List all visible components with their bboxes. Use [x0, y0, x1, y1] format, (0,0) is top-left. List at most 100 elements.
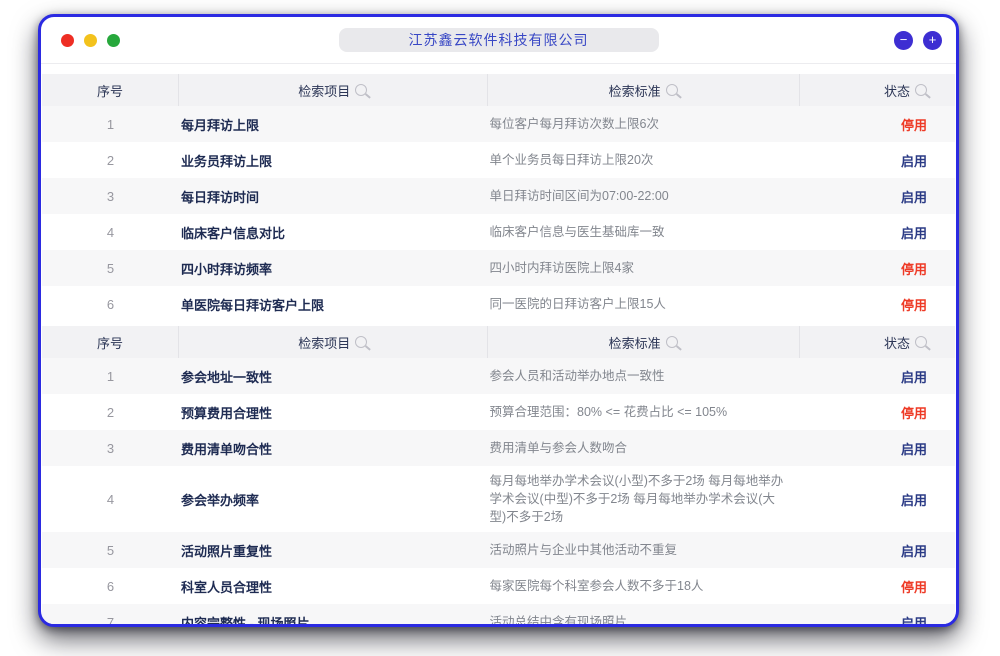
status-badge[interactable]: 停用 — [800, 403, 955, 422]
table-row[interactable]: 2 预算费用合理性 预算合理范围：80% <= 花费占比 <= 105% 停用 — [42, 394, 955, 430]
window-controls: − + — [894, 31, 942, 50]
row-number: 3 — [42, 189, 179, 204]
status-badge[interactable]: 停用 — [800, 259, 955, 278]
header-status-label: 状态 — [884, 81, 910, 100]
rule-standard: 每家医院每个科室参会人数不多于18人 — [488, 571, 800, 601]
rule-standard: 临床客户信息与医生基础库一致 — [488, 217, 800, 247]
rule-name: 临床客户信息对比 — [179, 217, 488, 248]
rule-name: 每日拜访时间 — [179, 181, 488, 212]
table-header: 序号 检索项目 检索标准 状态 — [42, 74, 955, 106]
rule-standard: 预算合理范围：80% <= 花费占比 <= 105% — [488, 397, 800, 427]
header-no-label: 序号 — [97, 81, 123, 100]
status-badge[interactable]: 启用 — [800, 367, 955, 386]
rule-standard: 活动照片与企业中其他活动不重复 — [488, 535, 800, 565]
header-status[interactable]: 状态 — [800, 74, 955, 106]
table-row[interactable]: 7 内容完整性 - 现场照片 活动总结中含有现场照片 启用 — [42, 604, 955, 627]
status-badge[interactable]: 停用 — [800, 115, 955, 134]
table-row[interactable]: 5 活动照片重复性 活动照片与企业中其他活动不重复 启用 — [42, 532, 955, 568]
header-standard[interactable]: 检索标准 — [488, 326, 800, 358]
row-number: 7 — [42, 615, 179, 627]
row-number: 5 — [42, 543, 179, 558]
search-icon[interactable] — [915, 336, 927, 348]
row-number: 5 — [42, 261, 179, 276]
row-number: 1 — [42, 117, 179, 132]
rule-name: 业务员拜访上限 — [179, 145, 488, 176]
header-standard[interactable]: 检索标准 — [488, 74, 800, 106]
zoom-in-button[interactable]: + — [923, 31, 942, 50]
table-row[interactable]: 6 单医院每日拜访客户上限 同一医院的日拜访客户上限15人 停用 — [42, 286, 955, 322]
rule-standard: 参会人员和活动举办地点一致性 — [488, 361, 800, 391]
header-item[interactable]: 检索项目 — [179, 74, 488, 106]
status-badge[interactable]: 停用 — [800, 295, 955, 314]
titlebar: 江苏鑫云软件科技有限公司 − + — [41, 17, 956, 64]
rule-standard: 四小时内拜访医院上限4家 — [488, 253, 800, 283]
rule-name: 内容完整性 - 现场照片 — [179, 607, 488, 627]
rule-standard: 活动总结中含有现场照片 — [488, 607, 800, 627]
header-item-label: 检索项目 — [298, 81, 350, 100]
row-number: 6 — [42, 297, 179, 312]
header-no: 序号 — [42, 326, 179, 358]
rule-name: 科室人员合理性 — [179, 571, 488, 602]
rule-name: 单医院每日拜访客户上限 — [179, 289, 488, 320]
rule-name: 费用清单吻合性 — [179, 433, 488, 464]
header-no: 序号 — [42, 74, 179, 106]
search-icon[interactable] — [666, 84, 678, 96]
table-row[interactable]: 5 四小时拜访频率 四小时内拜访医院上限4家 停用 — [42, 250, 955, 286]
row-number: 3 — [42, 441, 179, 456]
rule-standard: 每位客户每月拜访次数上限6次 — [488, 109, 800, 139]
table-row[interactable]: 6 科室人员合理性 每家医院每个科室参会人数不多于18人 停用 — [42, 568, 955, 604]
window-title: 江苏鑫云软件科技有限公司 — [339, 28, 659, 52]
status-badge[interactable]: 启用 — [800, 613, 955, 627]
rule-name: 参会举办频率 — [179, 484, 488, 515]
header-status-label: 状态 — [884, 333, 910, 352]
status-badge[interactable]: 启用 — [800, 223, 955, 242]
rule-standard: 每月每地举办学术会议(小型)不多于2场 每月每地举办学术会议(中型)不多于2场 … — [488, 466, 800, 532]
row-number: 4 — [42, 492, 179, 507]
header-no-label: 序号 — [97, 333, 123, 352]
close-button[interactable] — [61, 34, 74, 47]
status-badge[interactable]: 启用 — [800, 541, 955, 560]
table-row[interactable]: 4 参会举办频率 每月每地举办学术会议(小型)不多于2场 每月每地举办学术会议(… — [42, 466, 955, 532]
search-icon[interactable] — [666, 336, 678, 348]
traffic-lights — [61, 34, 120, 47]
rule-standard: 单日拜访时间区间为07:00-22:00 — [488, 181, 800, 211]
table-row[interactable]: 4 临床客户信息对比 临床客户信息与医生基础库一致 启用 — [42, 214, 955, 250]
row-number: 2 — [42, 405, 179, 420]
rule-standard: 同一医院的日拜访客户上限15人 — [488, 289, 800, 319]
table-row[interactable]: 3 每日拜访时间 单日拜访时间区间为07:00-22:00 启用 — [42, 178, 955, 214]
search-icon[interactable] — [355, 336, 367, 348]
status-badge[interactable]: 启用 — [800, 439, 955, 458]
status-badge[interactable]: 启用 — [800, 490, 955, 509]
rule-name: 参会地址一致性 — [179, 361, 488, 392]
rule-name: 活动照片重复性 — [179, 535, 488, 566]
table-row[interactable]: 3 费用清单吻合性 费用清单与参会人数吻合 启用 — [42, 430, 955, 466]
row-number: 2 — [42, 153, 179, 168]
rule-standard: 单个业务员每日拜访上限20次 — [488, 145, 800, 175]
header-status[interactable]: 状态 — [800, 326, 955, 358]
main-content: 序号 检索项目 检索标准 状态 1 每月拜访上限 每位客户每月拜访次数上限6次 … — [41, 64, 956, 627]
rule-standard: 费用清单与参会人数吻合 — [488, 433, 800, 463]
table-row[interactable]: 1 参会地址一致性 参会人员和活动举办地点一致性 启用 — [42, 358, 955, 394]
row-number: 6 — [42, 579, 179, 594]
table-row[interactable]: 1 每月拜访上限 每位客户每月拜访次数上限6次 停用 — [42, 106, 955, 142]
rules-table-2: 序号 检索项目 检索标准 状态 1 参会地址一致性 参会人员和活动举办地点一致性… — [42, 326, 955, 627]
row-number: 1 — [42, 369, 179, 384]
status-badge[interactable]: 停用 — [800, 577, 955, 596]
header-standard-label: 检索标准 — [609, 81, 661, 100]
header-standard-label: 检索标准 — [609, 333, 661, 352]
table-row[interactable]: 2 业务员拜访上限 单个业务员每日拜访上限20次 启用 — [42, 142, 955, 178]
rules-table-1: 序号 检索项目 检索标准 状态 1 每月拜访上限 每位客户每月拜访次数上限6次 … — [42, 74, 955, 322]
search-icon[interactable] — [355, 84, 367, 96]
header-item-label: 检索项目 — [298, 333, 350, 352]
maximize-button[interactable] — [107, 34, 120, 47]
status-badge[interactable]: 启用 — [800, 151, 955, 170]
table-header: 序号 检索项目 检索标准 状态 — [42, 326, 955, 358]
rule-name: 预算费用合理性 — [179, 397, 488, 428]
app-window: 江苏鑫云软件科技有限公司 − + 序号 检索项目 检索标准 状态 1 每月拜访上… — [38, 14, 959, 627]
zoom-out-button[interactable]: − — [894, 31, 913, 50]
header-item[interactable]: 检索项目 — [179, 326, 488, 358]
minimize-button[interactable] — [84, 34, 97, 47]
search-icon[interactable] — [915, 84, 927, 96]
status-badge[interactable]: 启用 — [800, 187, 955, 206]
rule-name: 每月拜访上限 — [179, 109, 488, 140]
